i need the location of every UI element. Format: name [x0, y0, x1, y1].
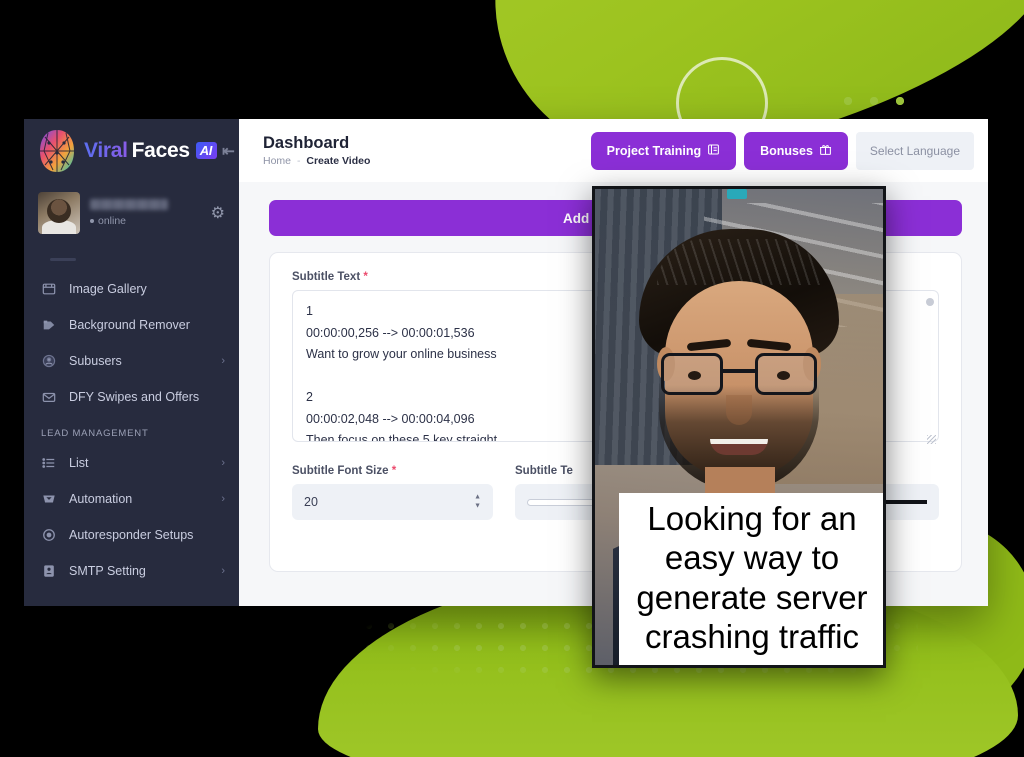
required-asterisk: * [363, 271, 368, 283]
textarea-resize-handle[interactable] [927, 435, 936, 444]
sidebar-item-image-gallery[interactable]: Image Gallery [24, 271, 239, 307]
sidebar-item-label: Subusers [69, 354, 122, 368]
chevron-right-icon: › [221, 565, 225, 577]
automation-icon [41, 492, 56, 507]
sidebar-item-label: Background Remover [69, 318, 190, 332]
scrollbar-thumb[interactable] [926, 298, 934, 306]
person-eye-right [777, 371, 790, 380]
glasses-bridge [723, 369, 755, 373]
user-status: online [90, 215, 168, 227]
video-monitor-glow [727, 189, 748, 199]
sidebar-section-lead-management: LEAD MANAGEMENT [41, 428, 149, 439]
status-dot-icon [90, 219, 94, 223]
subtitle-text-label-text: Subtitle Text [292, 271, 361, 283]
page-root: Viral Faces AI ⇤ online ⚙ Image Gallery … [0, 0, 1024, 757]
brand-name-faces: Faces [131, 138, 190, 162]
bonuses-button[interactable]: Bonuses [744, 131, 848, 170]
chevron-right-icon: › [221, 355, 225, 367]
breadcrumb-current: Create Video [306, 155, 371, 168]
breadcrumb: Home - Create Video [263, 155, 370, 167]
required-asterisk: * [391, 465, 397, 477]
user-name-masked [90, 199, 168, 210]
project-training-button[interactable]: Project Training [590, 131, 737, 170]
brand-logo[interactable]: Viral Faces AI ⇤ [24, 119, 239, 182]
glasses-lens-right [755, 353, 817, 395]
glasses-icon [661, 353, 817, 395]
chevron-right-icon: › [221, 457, 225, 469]
project-training-label: Project Training [606, 143, 702, 158]
brand-wordmark: Viral Faces AI ⇤ [84, 138, 235, 163]
person-nose [726, 395, 752, 425]
envelope-icon [41, 390, 56, 405]
sidebar-item-dfy-swipes-and-offers[interactable]: DFY Swipes and Offers [24, 379, 239, 415]
video-preview[interactable]: Looking for an easy way to generate serv… [592, 186, 886, 668]
glasses-lens-left [661, 353, 723, 395]
gear-icon[interactable]: ⚙ [211, 203, 225, 223]
sidebar-item-list[interactable]: List › [24, 445, 239, 481]
bonuses-label: Bonuses [760, 143, 813, 158]
list-icon [41, 456, 56, 471]
brand-name-viral: Viral [84, 138, 128, 162]
id-card-icon [41, 564, 56, 579]
sidebar-item-label: Automation [69, 492, 133, 506]
sidebar: Viral Faces AI ⇤ online ⚙ Image Gallery … [24, 119, 239, 606]
font-size-label-text: Subtitle Font Size [292, 465, 389, 477]
sidebar-item-label: List [69, 456, 89, 470]
brand-ai-badge: AI [195, 142, 218, 159]
gift-icon [819, 143, 832, 159]
sidebar-item-autoresponder-setups[interactable]: Autoresponder Setups [24, 517, 239, 553]
sidebar-item-automation[interactable]: Automation › [24, 481, 239, 517]
breadcrumb-separator: - [296, 155, 301, 168]
sidebar-item-smtp-setting[interactable]: SMTP Setting › [24, 553, 239, 589]
chevron-right-icon: › [221, 493, 225, 505]
person-mouth [710, 439, 768, 455]
user-status-label: online [98, 215, 127, 227]
font-size-field: Subtitle Font Size * ▲ ▼ [292, 465, 493, 520]
top-bar: Dashboard Home - Create Video Project Tr… [239, 119, 988, 182]
stepper-arrows[interactable]: ▲ ▼ [474, 494, 481, 510]
sidebar-collapse-icon[interactable]: ⇤ [222, 142, 235, 160]
person-eye-left [688, 371, 701, 380]
sidebar-item-label: SMTP Setting [69, 564, 146, 578]
page-title: Dashboard [263, 133, 350, 152]
sidebar-divider [50, 258, 76, 261]
sidebar-item-label: Image Gallery [69, 282, 147, 296]
video-subtitle-caption: Looking for an easy way to generate serv… [619, 492, 883, 665]
page-heading: Dashboard Home - Create Video [263, 134, 370, 168]
top-bar-actions: Project Training Bonuses Select Language [590, 131, 974, 170]
eraser-icon [41, 318, 56, 333]
sidebar-item-background-remover[interactable]: Background Remover [24, 307, 239, 343]
sidebar-item-subusers[interactable]: Subusers › [24, 343, 239, 379]
font-size-stepper: ▲ ▼ [292, 484, 493, 520]
avatar [38, 192, 80, 234]
font-size-input[interactable] [292, 484, 493, 520]
font-size-label: Subtitle Font Size * [292, 465, 493, 477]
user-circle-icon [41, 354, 56, 369]
sidebar-nav-lead: List › Automation › Autoresponder Setups [24, 445, 239, 589]
breadcrumb-home[interactable]: Home [263, 155, 291, 167]
sidebar-item-label: DFY Swipes and Offers [69, 390, 200, 404]
select-language-button[interactable]: Select Language [855, 131, 974, 170]
sidebar-item-label: Autoresponder Setups [69, 528, 194, 542]
stepper-up-icon[interactable]: ▲ [474, 494, 481, 501]
user-profile[interactable]: online ⚙ [24, 182, 239, 238]
viralfaces-face-icon [37, 129, 77, 173]
book-icon [707, 143, 720, 159]
gallery-icon [41, 282, 56, 297]
sidebar-nav-primary: Image Gallery Background Remover Subuser… [24, 271, 239, 415]
textarea-scrollbar[interactable] [926, 298, 934, 438]
stepper-down-icon[interactable]: ▼ [474, 503, 481, 510]
target-icon [41, 528, 56, 543]
